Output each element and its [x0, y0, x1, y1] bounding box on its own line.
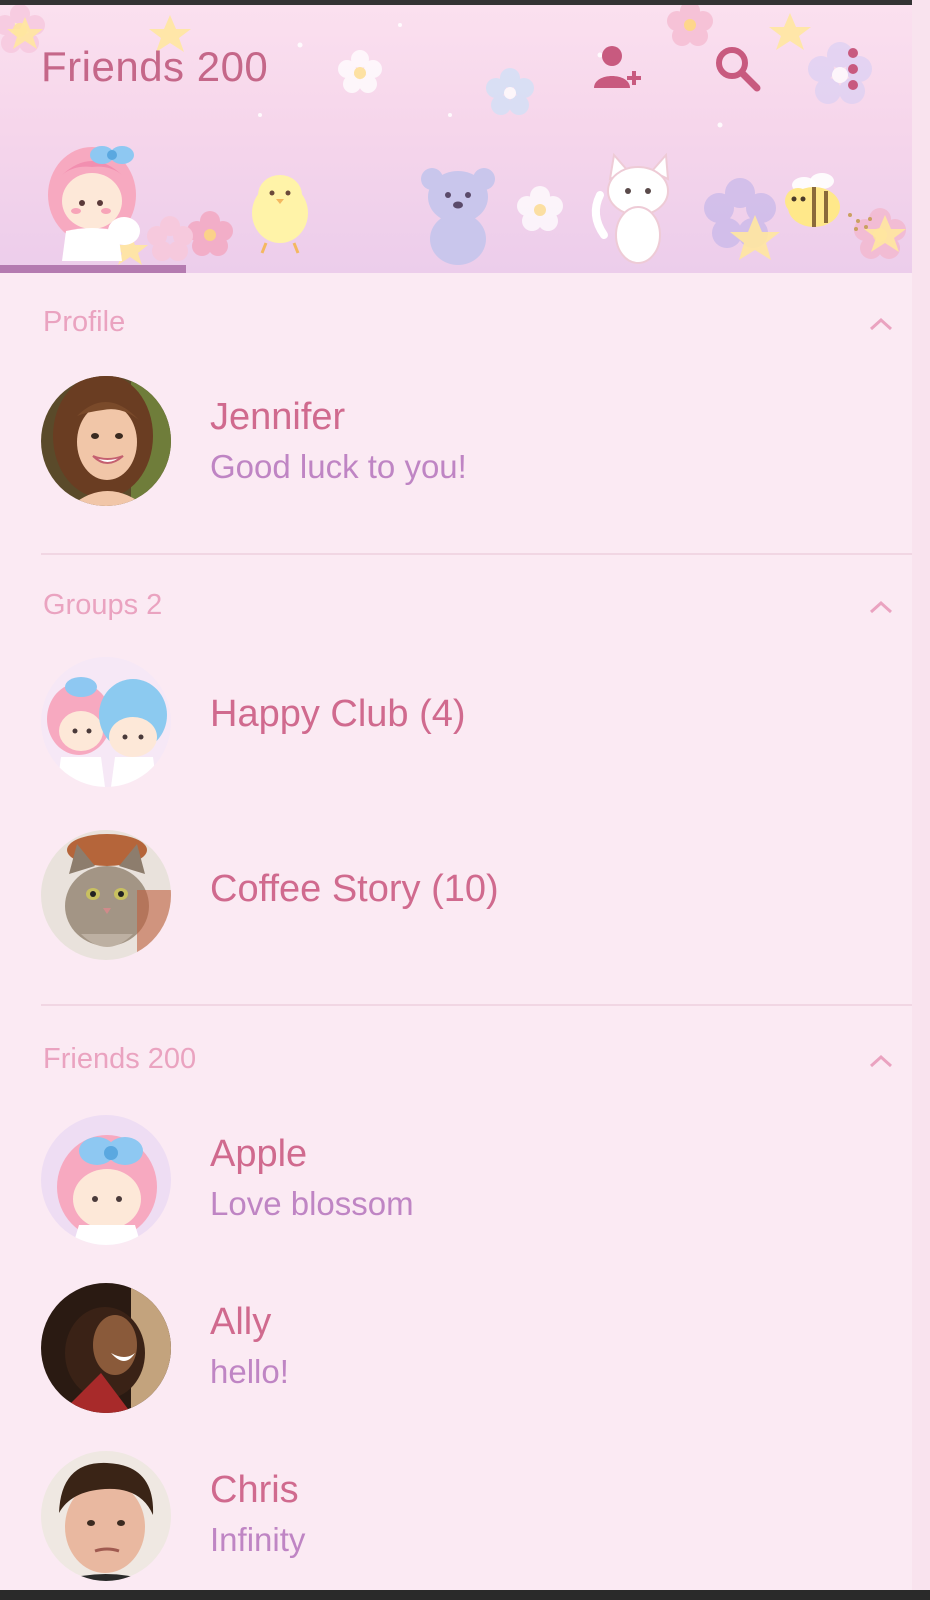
scroll-edge: [912, 0, 930, 1600]
friends-screen: Friends 200 Profile Jennifer Good luck t…: [0, 0, 930, 1600]
friend-name: Ally: [210, 1301, 272, 1343]
search-icon[interactable]: [712, 43, 764, 95]
group-row-coffee-story[interactable]: Coffee Story (10): [0, 830, 912, 960]
divider: [41, 1004, 930, 1006]
group-name: Happy Club (4): [210, 693, 466, 735]
tab-character-girl[interactable]: [0, 135, 186, 273]
tab-character-bee[interactable]: [770, 135, 930, 273]
group-name: Coffee Story (10): [210, 868, 499, 910]
tab-character-bear[interactable]: [400, 135, 586, 273]
collapse-groups-icon[interactable]: [868, 599, 894, 615]
avatar: [41, 1451, 171, 1581]
friend-row-ally[interactable]: Ally hello!: [0, 1283, 912, 1413]
tab-selected-indicator: [0, 265, 186, 273]
collapse-profile-icon[interactable]: [868, 316, 894, 332]
friend-name: Apple: [210, 1133, 308, 1175]
navigation-bar-edge: [0, 1590, 930, 1600]
avatar: [41, 830, 171, 960]
themed-header: Friends 200: [0, 5, 930, 273]
profile-status: Good luck to you!: [210, 448, 467, 485]
divider: [41, 553, 930, 555]
friend-status: Love blossom: [210, 1185, 414, 1222]
friend-status: Infinity: [210, 1521, 306, 1558]
friend-name: Chris: [210, 1469, 299, 1511]
tab-character-chick[interactable]: [186, 135, 372, 273]
profile-name: Jennifer: [210, 396, 346, 438]
group-row-happy-club[interactable]: Happy Club (4): [0, 657, 912, 787]
tab-bar: [0, 135, 930, 273]
avatar: [41, 657, 171, 787]
avatar: [41, 1115, 171, 1245]
section-title-groups: Groups 2: [43, 589, 163, 621]
section-title-friends: Friends 200: [43, 1043, 197, 1075]
collapse-friends-icon[interactable]: [868, 1053, 894, 1069]
section-title-profile: Profile: [43, 306, 126, 338]
header-title: Friends 200: [41, 43, 269, 90]
tab-character-cat[interactable]: [580, 135, 766, 273]
avatar: [41, 1283, 171, 1413]
avatar: [41, 376, 171, 506]
friend-status: hello!: [210, 1353, 289, 1390]
friend-row-chris[interactable]: Chris Infinity: [0, 1451, 912, 1581]
add-friend-icon[interactable]: [590, 42, 644, 96]
friend-row-apple[interactable]: Apple Love blossom: [0, 1115, 912, 1245]
profile-row[interactable]: Jennifer Good luck to you!: [0, 376, 912, 516]
more-vert-icon[interactable]: [843, 45, 863, 95]
